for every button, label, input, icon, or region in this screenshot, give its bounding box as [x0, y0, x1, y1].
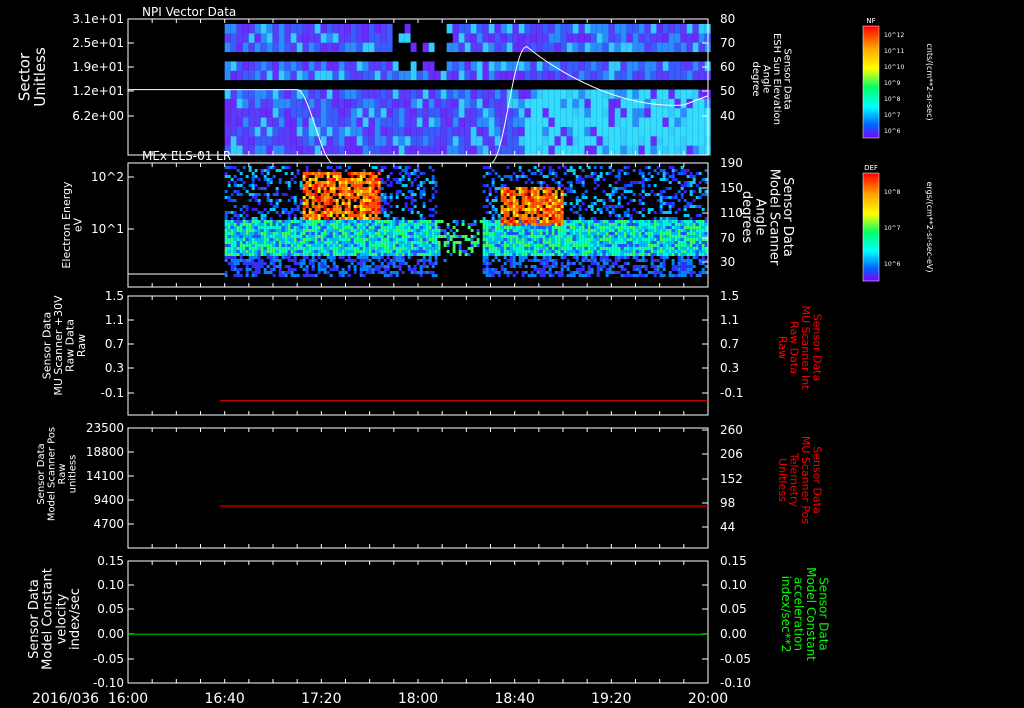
panel-1-right-ylabel: Sensor DataESH Sun ElevationAngledegree [750, 33, 793, 125]
panel-4: 23500 18800 14100 9400 4700 260 206 152 98 44 Sens… [36, 421, 824, 549]
y-tick-label: 1.2e+01 [72, 84, 124, 98]
panel-1-ylabel: SectorUnitless [15, 47, 49, 107]
x-tick-label: 16:00 [108, 691, 148, 707]
colorbar-unit: ergs/(cm**2-sr-sec-eV) [925, 181, 934, 272]
colorbar-tick: 10^12 [884, 32, 904, 39]
right-y-tick-label: 1.1 [720, 313, 739, 327]
right-y-tick-label: 80 [720, 12, 735, 26]
right-y-tick-label: 1.5 [720, 289, 739, 303]
panel-4-frame [127, 427, 709, 549]
y-tick-label: 1.9e+01 [72, 60, 124, 74]
x-tick-label: 17:20 [301, 691, 341, 707]
right-y-tick-label: 70 [720, 231, 735, 245]
panel-2-spectrogram [224, 166, 708, 277]
right-y-tick-label: 44 [720, 520, 735, 534]
y-tick-label: 23500 [86, 421, 124, 435]
panel-2: MEx ELS-01 LR10^210^11901501107030Electr… [60, 149, 795, 288]
panel-5-ylabel: Sensor DataModel Constantvelocityindex/s… [27, 568, 83, 670]
right-y-tick-label: 0.3 [720, 361, 739, 375]
colorbar-2: DEF 10^8 10^7 10^6 ergs/(cm**2-sr-sec-eV) [862, 164, 934, 282]
y-tick-label: 2.5e+01 [72, 36, 124, 50]
y-tick-label: 1.5 [105, 289, 124, 303]
x-tick-label: 18:40 [494, 691, 534, 707]
colorbar-tick: 10^7 [884, 225, 901, 232]
y-tick-label: 0.10 [97, 578, 124, 592]
colorbar-tick: 10^7 [884, 112, 901, 119]
y-tick-label: -0.05 [93, 652, 124, 666]
right-y-tick-label: 152 [720, 472, 743, 486]
y-tick-label: 0.05 [97, 602, 124, 616]
y-tick-label: 10^2 [91, 170, 124, 184]
panel-2-ylabel: Electron EnergyeV [60, 181, 85, 269]
panel-5-frame [127, 560, 709, 684]
y-tick-label: 10^1 [91, 222, 124, 236]
panel-3-frame [127, 295, 709, 416]
panel-1: NPI Vector Data 3.1e+01 2.5e+01 1.9e+01 1.2e… [15, 5, 793, 164]
y-tick-label: 6.2e+00 [72, 109, 124, 123]
colorbar-title: DEF [864, 164, 878, 172]
colorbar-tick: 10^6 [884, 261, 901, 268]
panel-2-right-ylabel: Sensor DataModel ScannerAngledegrees [739, 169, 795, 266]
y-tick-label: -0.10 [93, 676, 124, 690]
panel-2-title: MEx ELS-01 LR [142, 149, 231, 163]
panel-5-right-ylabel: Sensor DataModel Constantaccelerationind… [779, 567, 831, 661]
colorbar-tick: 10^9 [884, 80, 901, 87]
colorbar-tick: 10^8 [884, 189, 901, 196]
right-y-tick-label: 40 [720, 109, 735, 123]
y-tick-label: 0.7 [105, 337, 124, 351]
right-y-tick-label: 30 [720, 255, 735, 269]
y-tick-label: 18800 [86, 445, 124, 459]
right-y-tick-label: 0.00 [720, 627, 747, 641]
right-y-tick-label: 50 [720, 84, 735, 98]
x-tick-label: 18:00 [398, 691, 438, 707]
y-tick-label: 14100 [86, 469, 124, 483]
right-y-tick-label: 98 [720, 496, 735, 510]
y-tick-label: 0.3 [105, 361, 124, 375]
right-y-tick-label: 0.15 [720, 554, 747, 568]
colorbar-tick: 10^6 [884, 128, 901, 135]
panel-3-ylabel: Sensor DataMU Scanner +30VRaw DataRaw [41, 295, 89, 396]
colorbar-unit: cnts/(cm**2-sr-sec) [925, 43, 934, 120]
colorbar-1: NF 10^12 10^11 10^10 10^9 10^8 10^7 10^6 cnts/(c… [862, 17, 934, 139]
right-y-tick-label: -0.10 [720, 676, 751, 690]
right-y-tick-label: 70 [720, 36, 735, 50]
panel-4-ylabel: Sensor DataModel Scanner PosRawunitless [36, 427, 79, 521]
panel-3-right-ylabel: Sensor DataMU Scanner IntRaw DataRaw [776, 305, 824, 390]
x-tick-label: 16:40 [204, 691, 244, 707]
tplot-figure: NPI Vector Data 3.1e+01 2.5e+01 1.9e+01 1.2e… [15, 5, 934, 707]
y-tick-label: 1.1 [105, 313, 124, 327]
right-y-tick-label: 0.7 [720, 337, 739, 351]
colorbar-title: NF [866, 17, 875, 25]
panel-3: 1.5 1.1 0.7 0.3 -0.1 1.5 1.1 0.7 0.3 -0.1 Sensor D… [41, 289, 824, 416]
right-y-tick-label: 260 [720, 423, 743, 437]
y-tick-label: 9400 [93, 493, 124, 507]
colorbar-tick: 10^8 [884, 96, 901, 103]
date-label: 2016/036 [32, 691, 99, 707]
panel-1-title: NPI Vector Data [142, 5, 236, 19]
y-tick-label: 0.15 [97, 554, 124, 568]
colorbar-tick: 10^11 [884, 48, 904, 55]
y-tick-label: 4700 [93, 517, 124, 531]
right-y-tick-label: 190 [720, 156, 743, 170]
right-y-tick-label: 0.10 [720, 578, 747, 592]
panel-4-right-ylabel: Sensor DataMU Scanner PosTelemetryUnitle… [776, 436, 824, 525]
right-y-tick-label: 206 [720, 447, 743, 461]
right-y-tick-label: 0.05 [720, 602, 747, 616]
right-y-tick-label: 60 [720, 60, 735, 74]
y-tick-label: 3.1e+01 [72, 12, 124, 26]
y-tick-label: -0.1 [101, 386, 124, 400]
colorbar-tick: 10^10 [884, 64, 904, 71]
y-tick-label: 0.00 [97, 627, 124, 641]
right-y-tick-label: -0.1 [720, 386, 743, 400]
panel-5: 0.15 0.10 0.05 0.00 -0.05 -0.10 0.15 0.10 0.05 0.… [27, 554, 831, 690]
right-y-tick-label: -0.05 [720, 652, 751, 666]
x-tick-label: 19:20 [591, 691, 631, 707]
x-tick-label: 20:00 [688, 691, 728, 707]
